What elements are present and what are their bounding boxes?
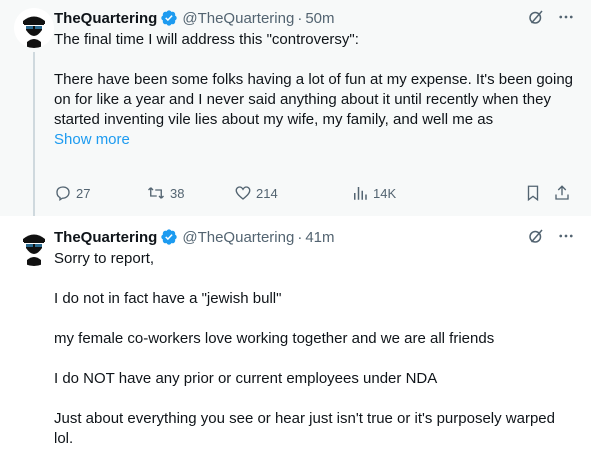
tweet-1[interactable]: TheQuartering @TheQuartering · 50m The f… <box>0 0 591 216</box>
bookmark-icon <box>524 184 542 202</box>
display-name[interactable]: TheQuartering <box>54 10 157 27</box>
view-count: 14K <box>373 185 397 201</box>
tweet-paragraph: my female co-workers love working togeth… <box>54 330 495 347</box>
handle[interactable]: @TheQuartering <box>182 10 294 27</box>
timestamp[interactable]: 41m <box>305 229 334 246</box>
reply-count: 27 <box>76 185 91 201</box>
tweet-paragraph: I do not in fact have a "jewish bull" <box>54 290 282 307</box>
tweet-actions: 27 38 214 14K <box>54 184 575 204</box>
tweet-paragraph: There have been some folks having a lot … <box>54 71 574 128</box>
tweet-header: TheQuartering @TheQuartering · 41m <box>54 227 575 247</box>
timestamp[interactable]: 50m <box>305 10 334 27</box>
like-button[interactable]: 214 <box>234 184 278 202</box>
like-count: 214 <box>256 185 278 201</box>
tweet-paragraph: Just about everything you see or hear ju… <box>54 410 555 447</box>
tweet-paragraph: I do NOT have any prior or current emplo… <box>54 370 438 387</box>
heart-icon <box>234 184 252 202</box>
separator: · <box>297 228 303 246</box>
more-options-icon[interactable] <box>557 227 575 245</box>
tweet-header: TheQuartering @TheQuartering · 50m <box>54 8 575 28</box>
handle[interactable]: @TheQuartering <box>182 229 294 246</box>
separator: · <box>297 9 303 27</box>
share-button[interactable] <box>553 184 571 202</box>
verified-badge-icon <box>160 9 178 27</box>
more-options-icon[interactable] <box>557 8 575 26</box>
avatar[interactable] <box>14 226 54 266</box>
avatar[interactable] <box>14 8 54 48</box>
retweet-button[interactable]: 38 <box>146 184 184 202</box>
show-more-link[interactable]: Show more <box>54 130 575 150</box>
tweet-text: The final time I will address this "cont… <box>54 30 575 150</box>
share-icon <box>553 184 571 202</box>
reply-icon <box>54 184 72 202</box>
tweet-paragraph: Sorry to report, <box>54 250 155 267</box>
bookmark-button[interactable] <box>524 184 542 202</box>
grok-icon[interactable] <box>527 8 545 26</box>
retweet-count: 38 <box>170 185 185 201</box>
tweet-2[interactable]: TheQuartering @TheQuartering · 41m Sorry… <box>0 216 591 460</box>
display-name[interactable]: TheQuartering <box>54 229 157 246</box>
reply-button[interactable]: 27 <box>54 184 90 202</box>
analytics-icon <box>351 184 369 202</box>
verified-badge-icon <box>160 228 178 246</box>
thread-line <box>33 52 35 216</box>
retweet-icon <box>146 184 166 202</box>
views-button[interactable]: 14K <box>351 184 396 202</box>
tweet-text: Sorry to report, I do not in fact have a… <box>54 249 575 449</box>
tweet-paragraph: The final time I will address this "cont… <box>54 31 359 48</box>
grok-icon[interactable] <box>527 227 545 245</box>
